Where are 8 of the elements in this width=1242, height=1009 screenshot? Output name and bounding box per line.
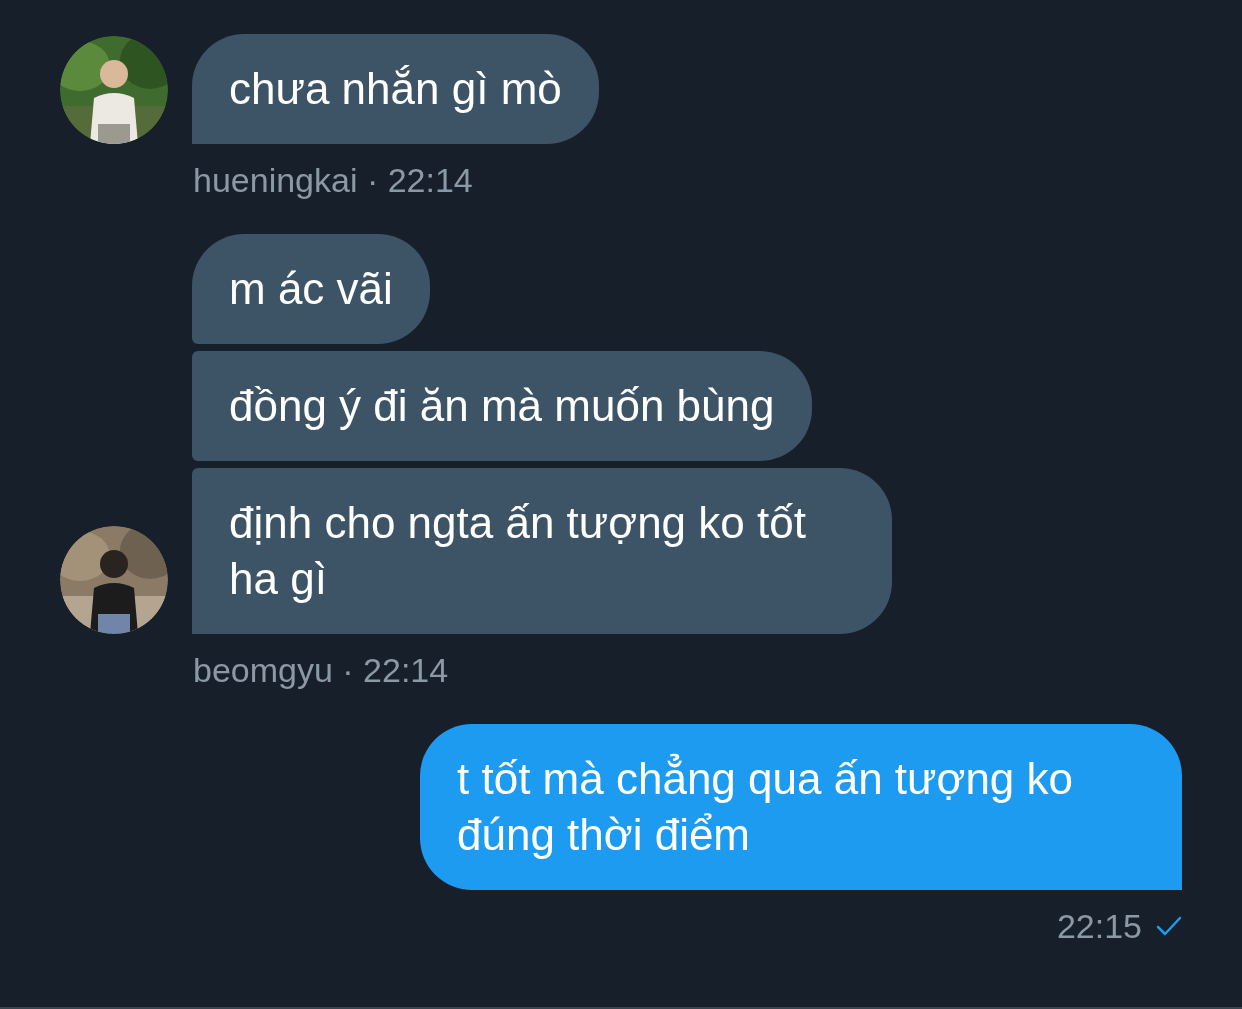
message-meta: hueningkai · 22:14 xyxy=(193,160,473,200)
message-bubble: định cho ngta ấn tượng ko tốt ha gì xyxy=(192,468,892,634)
message-bubble: đồng ý đi ăn mà muốn bùng xyxy=(192,351,812,461)
message-bubble: m ác vãi xyxy=(192,234,430,344)
message-meta: beomgyu · 22:14 xyxy=(193,650,449,690)
message-bubble: t tốt mà chẳng qua ấn tượng ko đúng thời điểm xyxy=(420,724,1182,890)
message-meta: 22:15 xyxy=(1056,906,1142,946)
message-bubble: chưa nhắn gì mò xyxy=(192,34,599,144)
